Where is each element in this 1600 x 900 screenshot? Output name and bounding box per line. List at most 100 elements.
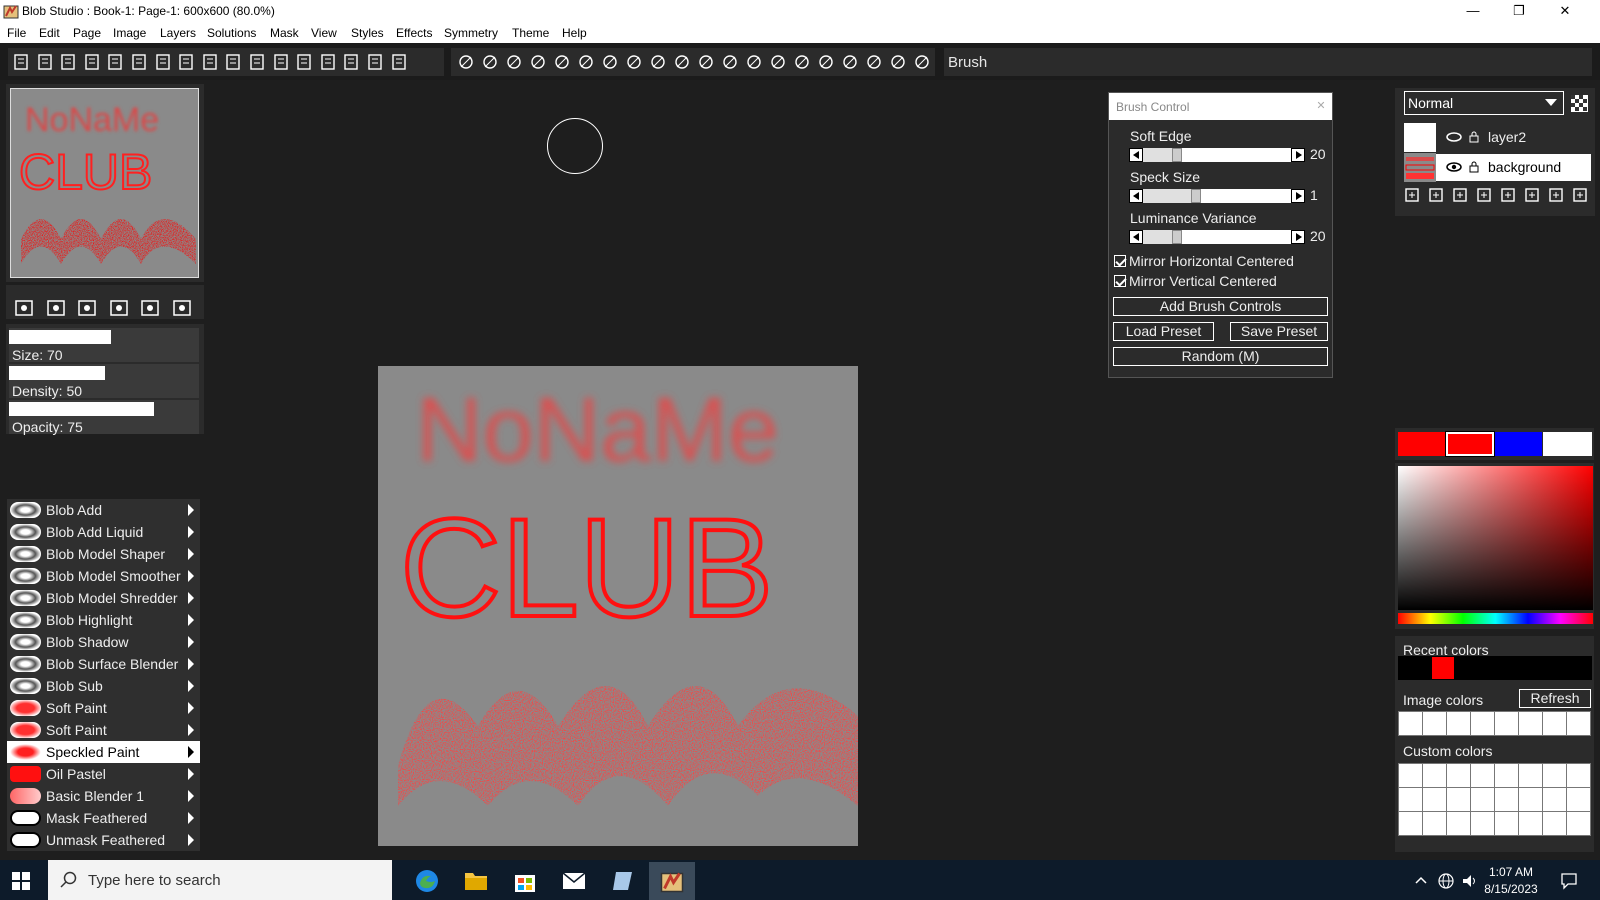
custom-color-cell[interactable]	[1518, 811, 1543, 836]
settings-gear-icon[interactable]	[170, 296, 194, 320]
rotate-icon[interactable]	[44, 296, 68, 320]
custom-color-cell[interactable]	[1398, 811, 1423, 836]
chevron-right-icon[interactable]	[188, 504, 194, 516]
size-slider[interactable]: Size: 70	[9, 328, 199, 363]
texture-icon[interactable]	[769, 53, 787, 71]
menu-theme[interactable]: Theme	[512, 26, 549, 40]
brush-item[interactable]: Blob Shadow	[7, 631, 200, 653]
custom-color-cell[interactable]	[1494, 787, 1519, 812]
minimize-button[interactable]: —	[1450, 0, 1496, 23]
speck-size-slider[interactable]	[1129, 189, 1305, 203]
custom-color-cell[interactable]	[1518, 763, 1543, 788]
home-select-icon[interactable]	[12, 296, 36, 320]
eyedropper-arrow-icon[interactable]	[75, 296, 99, 320]
custom-color-cell[interactable]	[1566, 811, 1591, 836]
brush-shape-icon[interactable]	[138, 296, 162, 320]
custom-color-cell[interactable]	[1542, 811, 1567, 836]
add-brush-controls-button[interactable]: Add Brush Controls	[1113, 297, 1328, 316]
menu-page[interactable]: Page	[73, 26, 101, 40]
paste-icon[interactable]	[224, 53, 242, 71]
chevron-right-icon[interactable]	[188, 570, 194, 582]
brush-item[interactable]: Blob Model Smoother	[7, 565, 200, 587]
menu-mask[interactable]: Mask	[270, 26, 299, 40]
eyedropper-icon[interactable]	[481, 53, 499, 71]
layer-list-icon[interactable]	[1547, 186, 1565, 204]
load-preset-button[interactable]: Load Preset	[1113, 322, 1214, 341]
brush-tool-icon[interactable]	[457, 53, 475, 71]
blend-mode-select[interactable]: Normal	[1404, 91, 1564, 115]
fill-icon[interactable]	[649, 53, 667, 71]
export-icon[interactable]	[83, 53, 101, 71]
soft-edge-increase-icon[interactable]	[1291, 148, 1305, 162]
chevron-right-icon[interactable]	[188, 746, 194, 758]
custom-color-cell[interactable]	[1542, 787, 1567, 812]
soft-edge-thumb[interactable]	[1172, 148, 1182, 162]
custom-color-cell[interactable]	[1446, 763, 1471, 788]
brush-item[interactable]: Blob Model Shaper	[7, 543, 200, 565]
redo-icon[interactable]	[319, 53, 337, 71]
visible-eye-icon[interactable]	[1446, 161, 1462, 173]
pattern-icon[interactable]	[697, 53, 715, 71]
chart-icon[interactable]	[745, 53, 763, 71]
taskbar-search-box[interactable]: Type here to search	[48, 860, 392, 900]
menu-edit[interactable]: Edit	[39, 26, 60, 40]
chevron-right-icon[interactable]	[188, 680, 194, 692]
brush-item[interactable]: Blob Add	[7, 499, 200, 521]
shape-icon[interactable]	[793, 53, 811, 71]
white-color-swatch[interactable]	[1543, 432, 1592, 456]
chevron-right-icon[interactable]	[188, 768, 194, 780]
brush-item[interactable]: Blob Add Liquid	[7, 521, 200, 543]
zoom-out-icon[interactable]	[390, 53, 408, 71]
brush-item[interactable]: Blob Highlight	[7, 609, 200, 631]
menu-help[interactable]: Help	[562, 26, 587, 40]
taskbar-app[interactable]	[600, 862, 646, 900]
custom-color-cell[interactable]	[1446, 811, 1471, 836]
chevron-right-icon[interactable]	[188, 526, 194, 538]
menu-layers[interactable]: Layers	[160, 26, 196, 40]
image-color-cell[interactable]	[1518, 711, 1543, 736]
ellipse-icon[interactable]	[625, 53, 643, 71]
brush-settings-icon[interactable]	[154, 53, 172, 71]
speck-size-thumb[interactable]	[1191, 189, 1201, 203]
duplicate-icon[interactable]	[272, 53, 290, 71]
layer-row-layer2[interactable]: layer2	[1404, 123, 1591, 152]
custom-color-cell[interactable]	[1398, 787, 1423, 812]
close-button[interactable]: ✕	[1542, 0, 1588, 23]
opacity-slider[interactable]: Opacity: 75	[9, 400, 199, 435]
image-color-cell[interactable]	[1398, 711, 1423, 736]
import-icon[interactable]	[106, 53, 124, 71]
luminance-increase-icon[interactable]	[1291, 230, 1305, 244]
smudge-icon[interactable]	[817, 53, 835, 71]
fit-icon[interactable]	[366, 53, 384, 71]
blue-color-swatch[interactable]	[1495, 432, 1542, 456]
luminance-variance-slider[interactable]	[1129, 230, 1305, 244]
custom-color-cell[interactable]	[1422, 763, 1447, 788]
speck-size-increase-icon[interactable]	[1291, 189, 1305, 203]
custom-color-cell[interactable]	[1422, 787, 1447, 812]
image-color-cell[interactable]	[1542, 711, 1567, 736]
undo-icon[interactable]	[295, 53, 313, 71]
paste-special-icon[interactable]	[248, 53, 266, 71]
custom-color-cell[interactable]	[1470, 763, 1495, 788]
custom-color-cell[interactable]	[1398, 763, 1423, 788]
layer-order-icon[interactable]	[1523, 186, 1541, 204]
brush-item[interactable]: Soft Paint	[7, 719, 200, 741]
page-fill-icon[interactable]	[107, 296, 131, 320]
lock-icon[interactable]	[1469, 161, 1479, 173]
brush-control-close-icon[interactable]: ✕	[1313, 98, 1329, 114]
brush-item[interactable]: Soft Paint	[7, 697, 200, 719]
copy-icon[interactable]	[201, 53, 219, 71]
custom-color-cell[interactable]	[1494, 763, 1519, 788]
soft-edge-slider[interactable]	[1129, 148, 1305, 162]
taskbar-file-explorer[interactable]	[453, 862, 499, 900]
soft-edge-decrease-icon[interactable]	[1129, 148, 1143, 162]
menu-file[interactable]: File	[7, 26, 26, 40]
brush-item[interactable]: Blob Sub	[7, 675, 200, 697]
brush-item[interactable]: Oil Pastel	[7, 763, 200, 785]
brush-item[interactable]: Unmask Feathered	[7, 829, 200, 851]
hidden-eye-icon[interactable]	[1446, 131, 1462, 143]
clone-icon[interactable]	[841, 53, 859, 71]
mirror-horizontal-checkbox[interactable]: Mirror Horizontal Centered	[1114, 253, 1294, 269]
refresh-button[interactable]: Refresh	[1519, 689, 1591, 708]
add-layer-icon[interactable]	[1403, 186, 1421, 204]
